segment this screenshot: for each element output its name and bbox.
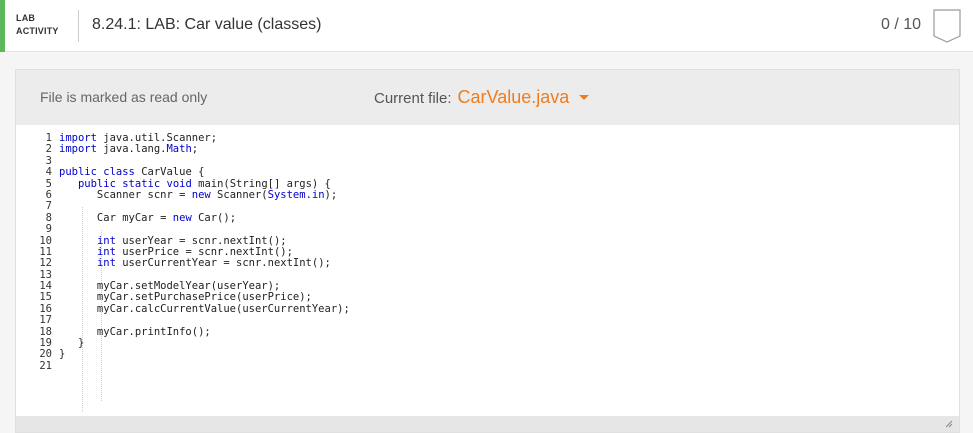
- lab-tag-line1: LAB: [16, 13, 36, 23]
- header-divider: [78, 10, 79, 42]
- readonly-notice: File is marked as read only: [40, 89, 208, 105]
- line-number: 17: [39, 314, 52, 327]
- line-number: 9: [45, 223, 52, 236]
- editor-toolbar: File is marked as read only Current file…: [16, 70, 959, 125]
- code-text-area[interactable]: 1 2 3 4 5 6 7 8 9 10 11 12 13 14 15 16 17 18 19 20 21 import…: [16, 125, 959, 416]
- editor-status-bar: [16, 416, 959, 432]
- code-line: }: [59, 348, 66, 361]
- code-line: myCar.printInfo();: [59, 325, 211, 338]
- code-line: Scanner scnr = new Scanner(System.in);: [59, 188, 338, 201]
- current-file-selector[interactable]: Current file: CarValue.java: [374, 87, 590, 108]
- header-accent-bar: [0, 0, 5, 52]
- lab-activity-tag: LAB ACTIVITY: [16, 12, 76, 38]
- code-line: import java.lang.Math;: [59, 143, 199, 156]
- code-line: myCar.calcCurrentValue(userCurrentYear);: [59, 302, 350, 315]
- current-file-name[interactable]: CarValue.java: [458, 87, 570, 107]
- current-file-label: Current file:: [374, 90, 452, 107]
- line-number: 12: [39, 257, 52, 270]
- resize-handle-icon[interactable]: [945, 420, 953, 428]
- code-editor: File is marked as read only Current file…: [15, 69, 960, 433]
- code-line: Car myCar = new Car();: [59, 211, 237, 224]
- lab-title: 8.24.1: LAB: Car value (classes): [92, 16, 322, 33]
- lab-header: LAB ACTIVITY 8.24.1: LAB: Car value (cla…: [0, 0, 973, 52]
- code-lines: import java.util.Scanner; import java.lan…: [59, 132, 350, 372]
- code-line: int userCurrentYear = scnr.nextInt();: [96, 257, 331, 270]
- lab-panel: File is marked as read only Current file…: [0, 52, 973, 433]
- line-number: 4: [45, 166, 52, 179]
- completion-badge-icon: [933, 9, 961, 43]
- line-number-gutter: 1 2 3 4 5 6 7 8 9 10 11 12 13 14 15 16 17 18 19 20 21: [16, 132, 52, 372]
- lab-tag-line2: ACTIVITY: [16, 26, 59, 36]
- dropdown-caret-icon[interactable]: [579, 94, 590, 100]
- score-display: 0 / 10: [880, 16, 921, 33]
- code-line: }: [59, 337, 85, 350]
- line-number: 21: [39, 359, 52, 372]
